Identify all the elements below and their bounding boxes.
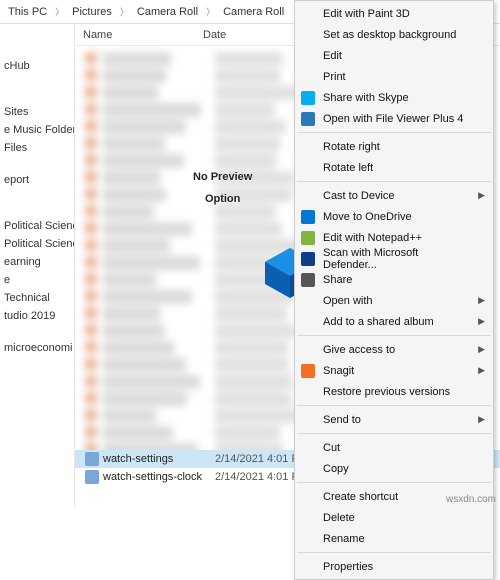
menu-item-label: Delete [323,512,355,524]
menu-item-icon [301,112,315,126]
menu-item-label: Move to OneDrive [323,211,412,223]
file-name: watch-settings-clock [103,471,215,483]
nav-item[interactable]: Sites [0,104,74,122]
menu-item-label: Create shortcut [323,491,398,503]
menu-item[interactable]: Edit [295,45,493,66]
menu-item[interactable]: Restore previous versions [295,381,493,402]
menu-item-label: Add to a shared album [323,316,434,328]
nav-item[interactable]: eport [0,172,74,190]
nav-item[interactable]: e Music Folder [0,122,74,140]
nav-item[interactable]: Political Scienc [0,236,74,254]
menu-item-label: Copy [323,463,349,475]
menu-item-label: Cut [323,442,340,454]
menu-item-label: Share with Skype [323,92,409,104]
menu-item-label: Open with File Viewer Plus 4 [323,113,463,125]
menu-item[interactable]: Edit with Notepad++ [295,227,493,248]
menu-item[interactable]: Delete [295,507,493,528]
menu-item[interactable]: Edit with Paint 3D [295,3,493,24]
menu-item-label: Send to [323,414,361,426]
menu-item[interactable]: Snagit ▶ [295,360,493,381]
menu-item[interactable]: Open with ▶ [295,290,493,311]
menu-item-label: Print [323,71,346,83]
nav-item[interactable]: earning [0,254,74,272]
menu-separator [297,405,491,406]
chevron-right-icon: ▶ [478,365,485,376]
menu-item-label: Scan with Microsoft Defender... [323,247,473,271]
menu-item-label: Edit with Notepad++ [323,232,422,244]
menu-separator [297,482,491,483]
file-icon [85,452,99,466]
nav-item[interactable]: Files [0,140,74,158]
chevron-right-icon: ▶ [478,316,485,327]
menu-item-label: Restore previous versions [323,386,450,398]
menu-item[interactable]: Set as desktop background [295,24,493,45]
menu-item[interactable]: Rotate left [295,157,493,178]
menu-item[interactable]: Give access to ▶ [295,339,493,360]
menu-item-label: Rename [323,533,365,545]
nav-tree[interactable]: cHub Sites e Music Folder Files eport Po… [0,24,75,507]
chevron-right-icon: ▶ [478,190,485,201]
menu-item[interactable]: Cast to Device ▶ [295,185,493,206]
chevron-right-icon: 〉 [202,5,219,18]
breadcrumb-item[interactable]: Pictures [68,6,116,18]
menu-item-icon [301,210,315,224]
menu-item-label: Share [323,274,352,286]
menu-item-icon [301,252,315,266]
menu-item-label: Edit with Paint 3D [323,8,410,20]
breadcrumb-item[interactable]: Camera Roll [133,6,202,18]
menu-separator [297,181,491,182]
menu-item[interactable]: Cut [295,437,493,458]
menu-item-icon [301,273,315,287]
menu-separator [297,132,491,133]
chevron-right-icon: 〉 [51,5,68,18]
menu-item[interactable]: Rename [295,528,493,549]
menu-item-icon [301,364,315,378]
menu-separator [297,433,491,434]
watermark: wsxdn.com [446,494,496,505]
menu-item[interactable]: Share with Skype [295,87,493,108]
menu-item-label: Rotate right [323,141,380,153]
menu-item-label: Snagit [323,365,354,377]
menu-item-label: Properties [323,561,373,573]
nav-item[interactable]: tudio 2019 [0,308,74,326]
nav-item[interactable]: Technical [0,290,74,308]
chevron-right-icon: ▶ [478,295,485,306]
chevron-right-icon: ▶ [478,344,485,355]
menu-item[interactable]: Move to OneDrive [295,206,493,227]
breadcrumb-item[interactable]: This PC [4,6,51,18]
nav-item[interactable]: e [0,272,74,290]
menu-item[interactable]: Add to a shared album ▶ [295,311,493,332]
nav-item[interactable]: cHub [0,58,74,76]
file-icon [85,470,99,484]
nav-item[interactable]: Political Scienc [0,218,74,236]
menu-item[interactable]: Scan with Microsoft Defender... [295,248,493,269]
chevron-right-icon: 〉 [116,5,133,18]
menu-item[interactable]: Send to ▶ [295,409,493,430]
menu-item-label: Edit [323,50,342,62]
menu-item[interactable]: Share [295,269,493,290]
breadcrumb-item[interactable]: Camera Roll [219,6,288,18]
menu-item-label: Open with [323,295,373,307]
menu-item-label: Give access to [323,344,395,356]
file-name: watch-settings [103,453,215,465]
chevron-right-icon: ▶ [478,414,485,425]
menu-item[interactable]: Rotate right [295,136,493,157]
nav-item[interactable]: microeconomi [0,340,74,358]
menu-item-label: Rotate left [323,162,373,174]
menu-item-label: Set as desktop background [323,29,456,41]
menu-item-icon [301,91,315,105]
menu-item-label: Cast to Device [323,190,395,202]
menu-separator [297,335,491,336]
menu-separator [297,552,491,553]
menu-item[interactable]: Properties [295,556,493,577]
context-menu: Edit with Paint 3D Set as desktop backgro… [294,0,494,580]
menu-item[interactable]: Copy [295,458,493,479]
overlay-label: No Preview Option [193,166,252,210]
menu-item[interactable]: Print [295,66,493,87]
menu-item[interactable]: Open with File Viewer Plus 4 [295,108,493,129]
column-header-name[interactable]: Name [75,29,195,41]
menu-item-icon [301,231,315,245]
column-header-date[interactable]: Date [195,29,295,41]
